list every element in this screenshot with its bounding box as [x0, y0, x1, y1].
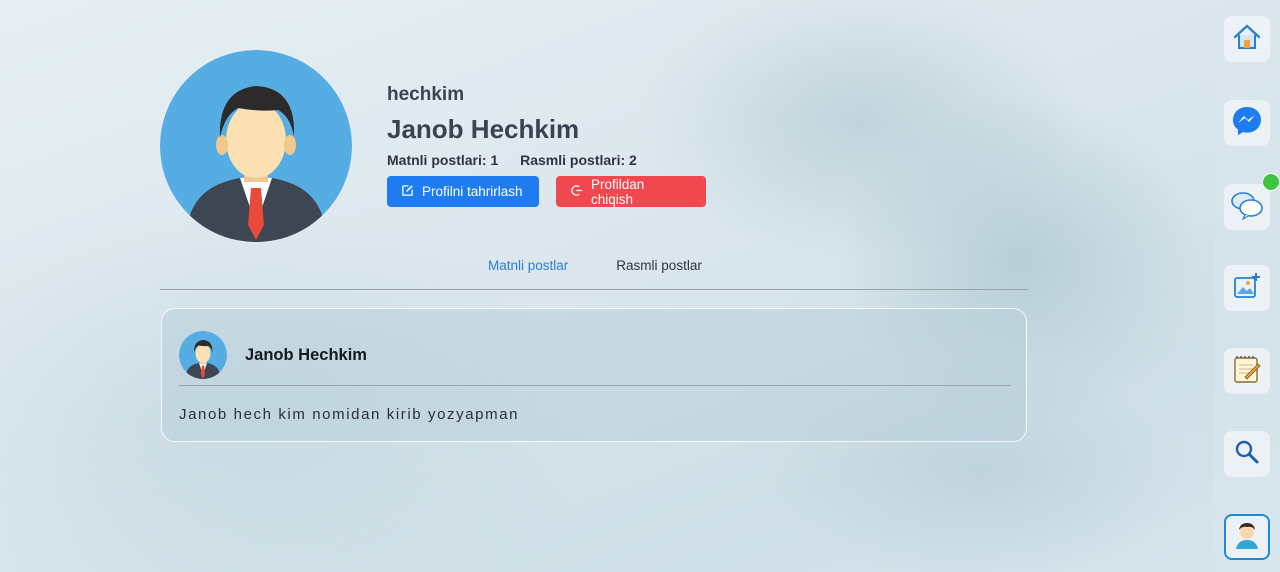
- profile-info: hechkim Janob Hechkim Matnli postlari: 1…: [387, 84, 706, 207]
- sidebar-item-search[interactable]: [1224, 431, 1270, 477]
- sidebar-item-add-image[interactable]: [1224, 265, 1270, 311]
- full-name: Janob Hechkim: [387, 114, 580, 144]
- notepad-icon: [1231, 353, 1263, 390]
- post-author-avatar: [179, 331, 227, 379]
- post-header: Janob Hechkim: [179, 331, 367, 379]
- tab-image-posts[interactable]: Rasmli postlar: [616, 258, 702, 273]
- edit-profile-label: Profilni tahrirlash: [422, 184, 523, 199]
- post-card: Janob Hechkim Janob hech kim nomidan kir…: [161, 308, 1027, 442]
- logout-icon: [570, 184, 583, 200]
- logout-button[interactable]: Profildan chiqish: [556, 176, 706, 207]
- search-icon: [1234, 439, 1260, 470]
- sidebar-item-home[interactable]: [1224, 16, 1270, 62]
- chat-bubbles-icon: [1230, 190, 1264, 225]
- sidebar-item-chats[interactable]: [1224, 184, 1270, 230]
- sidebar-item-profile[interactable]: [1224, 514, 1270, 560]
- profile-avatar: [160, 50, 352, 242]
- tabs-divider: [160, 289, 1028, 290]
- post-stats: Matnli postlari: 1 Rasmli postlari: 2: [387, 152, 706, 168]
- post-text: Janob hech kim nomidan kirib yozyapman: [179, 406, 520, 423]
- logout-label: Profildan chiqish: [591, 176, 645, 207]
- profile-avatar-icon: [1232, 520, 1262, 555]
- online-status-dot: [1262, 173, 1280, 191]
- sidebar-item-notes[interactable]: [1224, 348, 1270, 394]
- post-divider: [179, 385, 1011, 386]
- sidebar-item-messenger[interactable]: [1224, 100, 1270, 146]
- home-icon: [1232, 22, 1262, 57]
- post-tabs: Matnli postlar Rasmli postlar: [488, 258, 702, 273]
- right-sidebar: [1214, 0, 1280, 572]
- post-author-name: Janob Hechkim: [245, 345, 367, 364]
- edit-icon: [401, 184, 414, 200]
- username: hechkim: [387, 84, 465, 105]
- tab-text-posts[interactable]: Matnli postlar: [488, 258, 568, 273]
- image-posts-count: Rasmli postlari: 2: [520, 152, 637, 168]
- messenger-icon: [1230, 104, 1264, 143]
- add-image-icon: [1232, 271, 1262, 306]
- text-posts-count: Matnli postlari: 1: [387, 152, 499, 168]
- edit-profile-button[interactable]: Profilni tahrirlash: [387, 176, 539, 207]
